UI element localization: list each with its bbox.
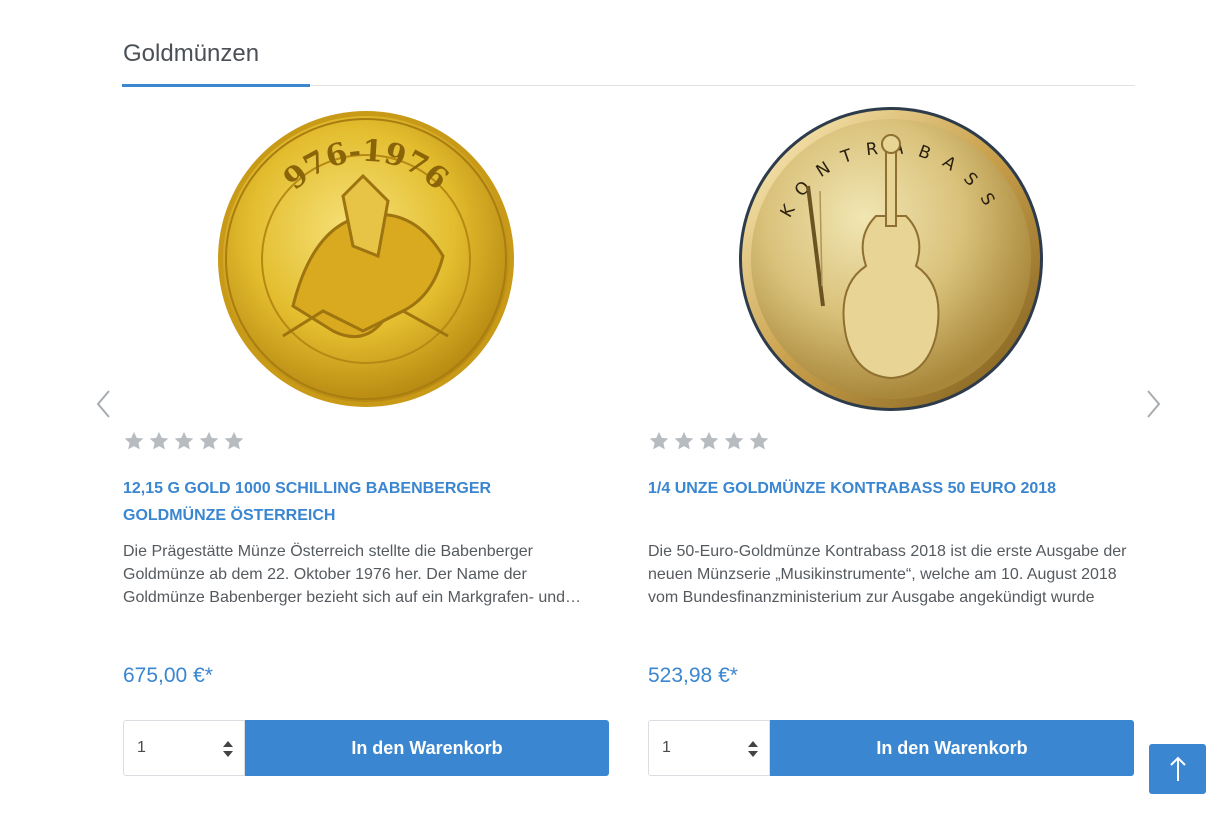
section-title-underline: [122, 84, 310, 87]
scroll-to-top-button[interactable]: [1149, 744, 1206, 794]
product-box: 976-1976 12,15 g Gold 1000 Schilling Bab…: [123, 100, 609, 790]
buybox: 1 In den Warenkorb: [123, 720, 609, 776]
select-updown-icon: [223, 741, 233, 757]
product-image-link[interactable]: 976-1976: [123, 100, 609, 418]
star-icon: [123, 430, 145, 452]
slider-next-button[interactable]: [1142, 388, 1164, 420]
star-icon: [148, 430, 170, 452]
section-header: Goldmünzen: [122, 38, 1135, 87]
arrow-up-icon: [1169, 756, 1186, 781]
product-title-link[interactable]: 12,15 g Gold 1000 Schilling Babenberger …: [123, 475, 563, 529]
star-icon: [173, 430, 195, 452]
product-description: Die Prägestätte Münze Österreich stellte…: [123, 543, 566, 606]
quantity-select[interactable]: 1: [123, 720, 245, 776]
star-icon: [748, 430, 770, 452]
section-title: Goldmünzen: [123, 40, 260, 67]
product-description: Die 50-Euro-Goldmünze Kontrabass 2018 is…: [648, 543, 1127, 606]
gold-coin-kontrabass-image: KONTRABASS: [739, 107, 1043, 411]
product-rating: [648, 430, 770, 452]
buybox: 1 In den Warenkorb: [648, 720, 1134, 776]
add-to-cart-button[interactable]: In den Warenkorb: [245, 720, 609, 776]
product-price: 675,00 €*: [123, 664, 213, 687]
star-icon: [673, 430, 695, 452]
quantity-value: 1: [137, 739, 146, 756]
product-image-link[interactable]: KONTRABASS: [648, 100, 1134, 418]
star-icon: [648, 430, 670, 452]
add-to-cart-button[interactable]: In den Warenkorb: [770, 720, 1134, 776]
star-icon: [698, 430, 720, 452]
product-rating: [123, 430, 245, 452]
chevron-right-icon: [1147, 390, 1161, 418]
chevron-left-icon: [96, 390, 110, 418]
quantity-value: 1: [662, 739, 671, 756]
star-icon: [198, 430, 220, 452]
gold-coin-babenberger-image: 976-1976: [218, 111, 514, 407]
quantity-select[interactable]: 1: [648, 720, 770, 776]
product-price: 523,98 €*: [648, 664, 738, 687]
select-updown-icon: [748, 741, 758, 757]
product-box: KONTRABASS 1/4 Unze Goldmünze Kontrabass…: [648, 100, 1134, 790]
product-title-link[interactable]: 1/4 Unze Goldmünze Kontrabass 50 Euro 20…: [648, 475, 1088, 502]
star-icon: [223, 430, 245, 452]
star-icon: [723, 430, 745, 452]
slider-prev-button[interactable]: [93, 388, 115, 420]
